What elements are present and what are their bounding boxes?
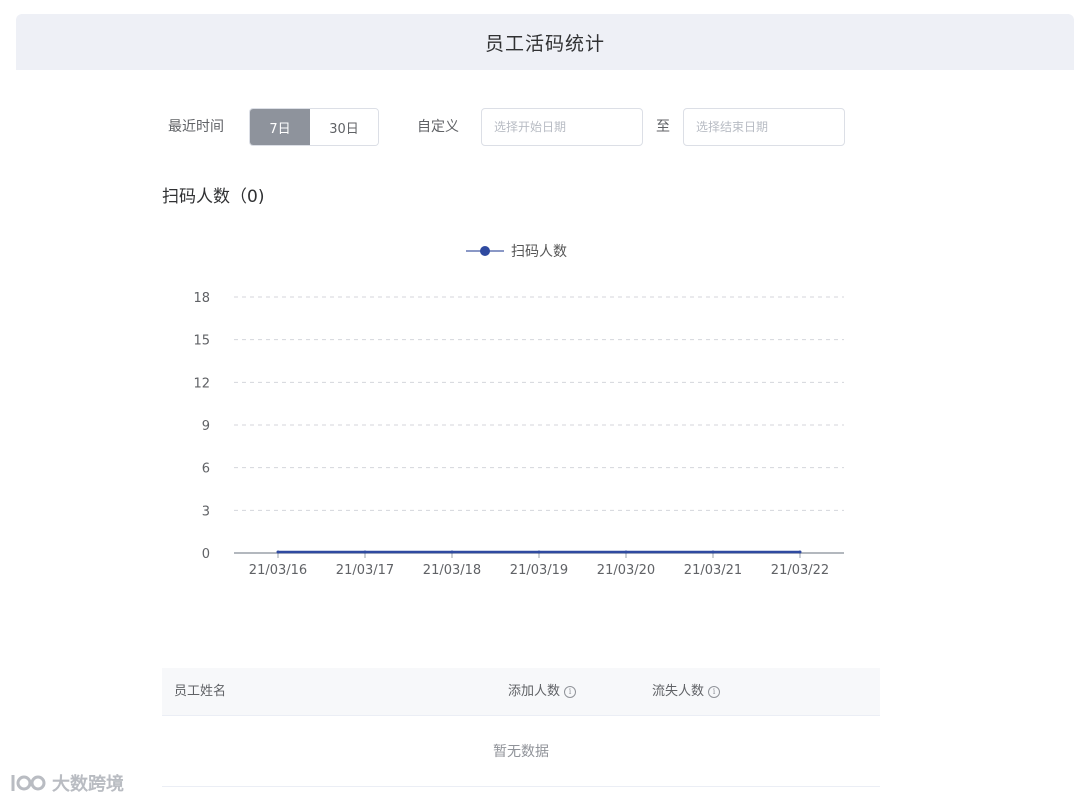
info-icon[interactable]: i [564, 685, 577, 698]
y-tick-label: 6 [202, 462, 210, 477]
legend-label: 扫码人数 [511, 244, 567, 260]
x-tick-label: 21/03/17 [336, 563, 394, 578]
page-title: 员工活码统计 [484, 32, 605, 55]
watermark-text: 大数跨境 [52, 774, 124, 795]
y-tick-label: 12 [193, 376, 210, 391]
empty-text: 暂无数据 [493, 744, 549, 760]
data-point [363, 550, 367, 554]
data-point [798, 550, 802, 554]
y-tick-label: 0 [202, 547, 210, 562]
column-header-label: 员工姓名 [174, 684, 227, 699]
y-tick-label: 9 [202, 419, 210, 434]
range-7d-button[interactable]: 7日 [250, 109, 310, 145]
y-tick-label: 15 [193, 334, 210, 349]
start-date-input[interactable] [481, 108, 643, 146]
column-header-label: 流失人数 [652, 684, 705, 699]
scan-count-title: 扫码人数（0) [162, 187, 265, 207]
y-tick-label: 3 [202, 504, 210, 519]
chart-legend: 扫码人数 [466, 244, 567, 260]
range-30d-button[interactable]: 30日 [310, 109, 378, 145]
x-tick-label: 21/03/18 [423, 563, 481, 578]
x-tick-label: 21/03/21 [684, 563, 742, 578]
column-header-added: 添加人数 i [508, 668, 577, 715]
y-tick-label: 18 [193, 291, 210, 306]
data-point [450, 550, 454, 554]
x-tick-label: 21/03/19 [510, 563, 568, 578]
column-header-label: 添加人数 [508, 684, 561, 699]
column-header-name: 员工姓名 [174, 668, 226, 715]
data-point [276, 550, 280, 554]
data-point [711, 550, 715, 554]
page-header: 员工活码统计 [16, 14, 1074, 70]
x-tick-label: 21/03/20 [597, 563, 655, 578]
watermark: 大数跨境 [10, 770, 124, 796]
table-empty-row: 暂无数据 [162, 716, 880, 787]
end-date-input[interactable] [683, 108, 845, 146]
x-tick-label: 21/03/22 [771, 563, 829, 578]
table-header: 员工姓名 添加人数 i 流失人数 i [162, 668, 880, 716]
watermark-logo-icon [11, 775, 46, 791]
x-tick-label: 21/03/16 [249, 563, 307, 578]
scan-count-chart: 扫码人数 18 15 12 9 6 3 0 21/03/16 21/03/17 21/03/18 21… [193, 244, 844, 578]
range-toggle: 7日 30日 [249, 108, 379, 146]
data-point [537, 550, 541, 554]
custom-label: 自定义 [417, 119, 459, 135]
to-label: 至 [656, 119, 670, 135]
column-header-lost: 流失人数 i [652, 668, 721, 715]
info-icon[interactable]: i [708, 685, 721, 698]
data-point [624, 550, 628, 554]
recent-time-label: 最近时间 [168, 119, 224, 135]
legend-marker [480, 246, 490, 256]
